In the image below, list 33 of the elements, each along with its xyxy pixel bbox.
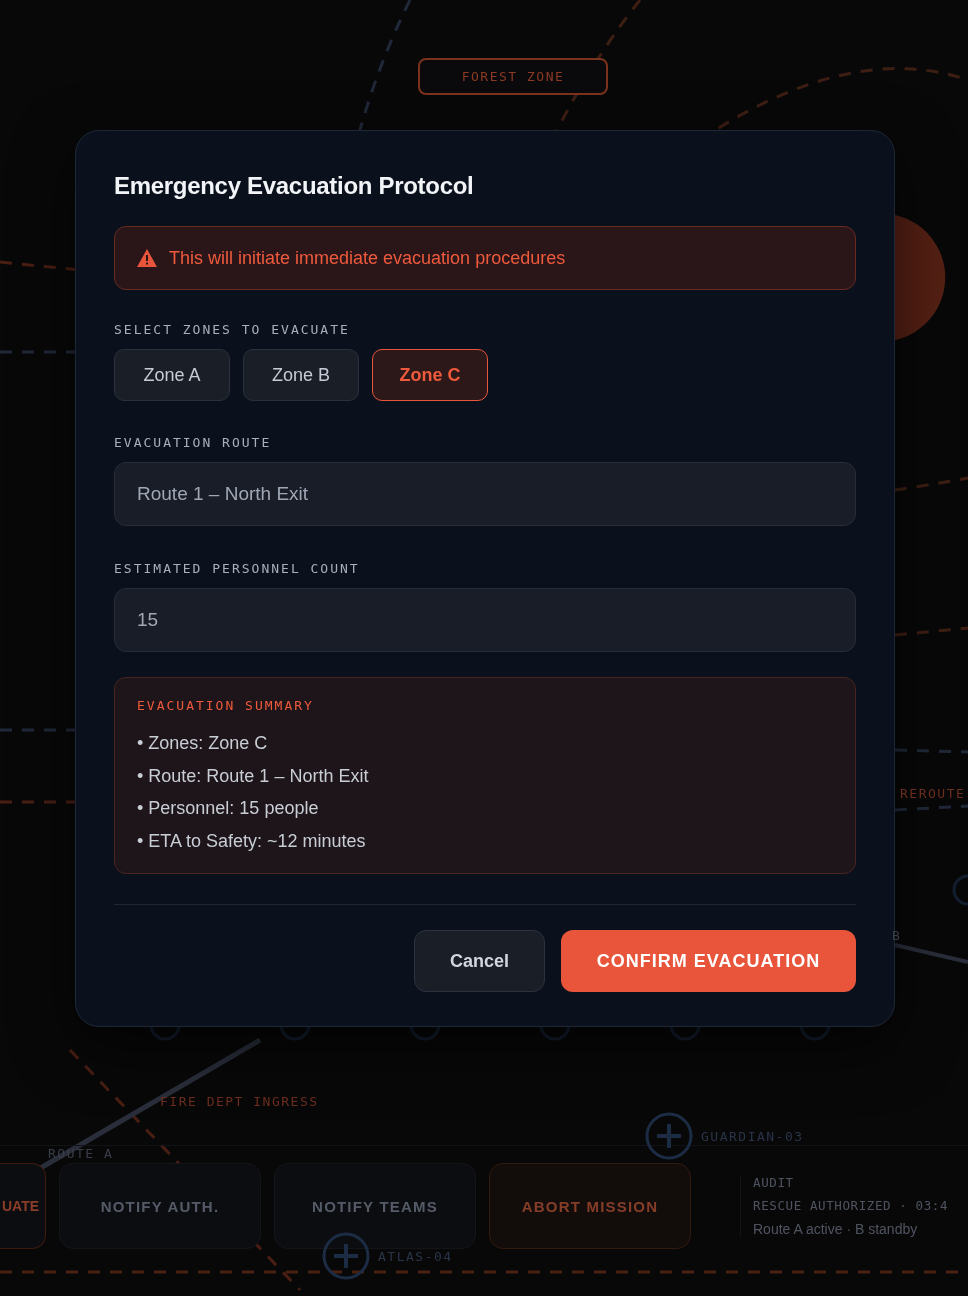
summary-item: • ETA to Safety: ~12 minutes	[137, 829, 367, 853]
warning-text: This will initiate immediate evacuation procedures	[169, 247, 566, 269]
zone-toggle[interactable]: Zone B	[243, 349, 359, 401]
warning-icon	[137, 249, 157, 267]
audit-title: AUDIT	[753, 1175, 795, 1190]
action-button[interactable]: UATE	[0, 1163, 46, 1249]
route-field[interactable]: Route 1 – North Exit	[114, 462, 856, 526]
summary-item: • Personnel: 15 people	[137, 797, 320, 820]
unit-label: ATLAS-04	[378, 1248, 453, 1264]
field-label: EVACUATION ROUTE	[114, 435, 273, 450]
map-label: B	[892, 928, 902, 943]
zone-label: FOREST ZONE	[418, 58, 608, 95]
count-field[interactable]: 15	[114, 588, 856, 652]
zone-toggle[interactable]: Zone C	[372, 349, 488, 401]
confirm-button[interactable]: CONFIRM EVACUATION	[561, 930, 856, 992]
cancel-button[interactable]: Cancel	[414, 930, 545, 992]
action-button[interactable]: ABORT MISSION	[489, 1163, 691, 1249]
audit-note: Route A active · B standby	[753, 1221, 919, 1237]
action-button[interactable]: NOTIFY TEAMS	[274, 1163, 476, 1249]
zone-toggle[interactable]: Zone A	[114, 349, 230, 401]
crosshair-icon	[322, 1232, 370, 1280]
route-label: REROUTE	[900, 786, 966, 801]
unit-label: GUARDIAN-03	[701, 1128, 804, 1144]
summary-title: EVACUATION SUMMARY	[137, 698, 315, 713]
crosshair-icon	[645, 1112, 693, 1160]
summary-item: • Zones: Zone C	[137, 732, 269, 755]
dialog-title: Emergency Evacuation Protocol	[114, 172, 475, 200]
route-label: FIRE DEPT INGRESS	[160, 1094, 319, 1109]
field-label: SELECT ZONES TO EVACUATE	[114, 322, 351, 337]
audit-entry: RESCUE AUTHORIZED · 03:4	[753, 1198, 948, 1213]
field-label: ESTIMATED PERSONNEL COUNT	[114, 561, 361, 576]
summary-item: • Route: Route 1 – North Exit	[137, 764, 370, 788]
action-button[interactable]: NOTIFY AUTH.	[59, 1163, 261, 1249]
